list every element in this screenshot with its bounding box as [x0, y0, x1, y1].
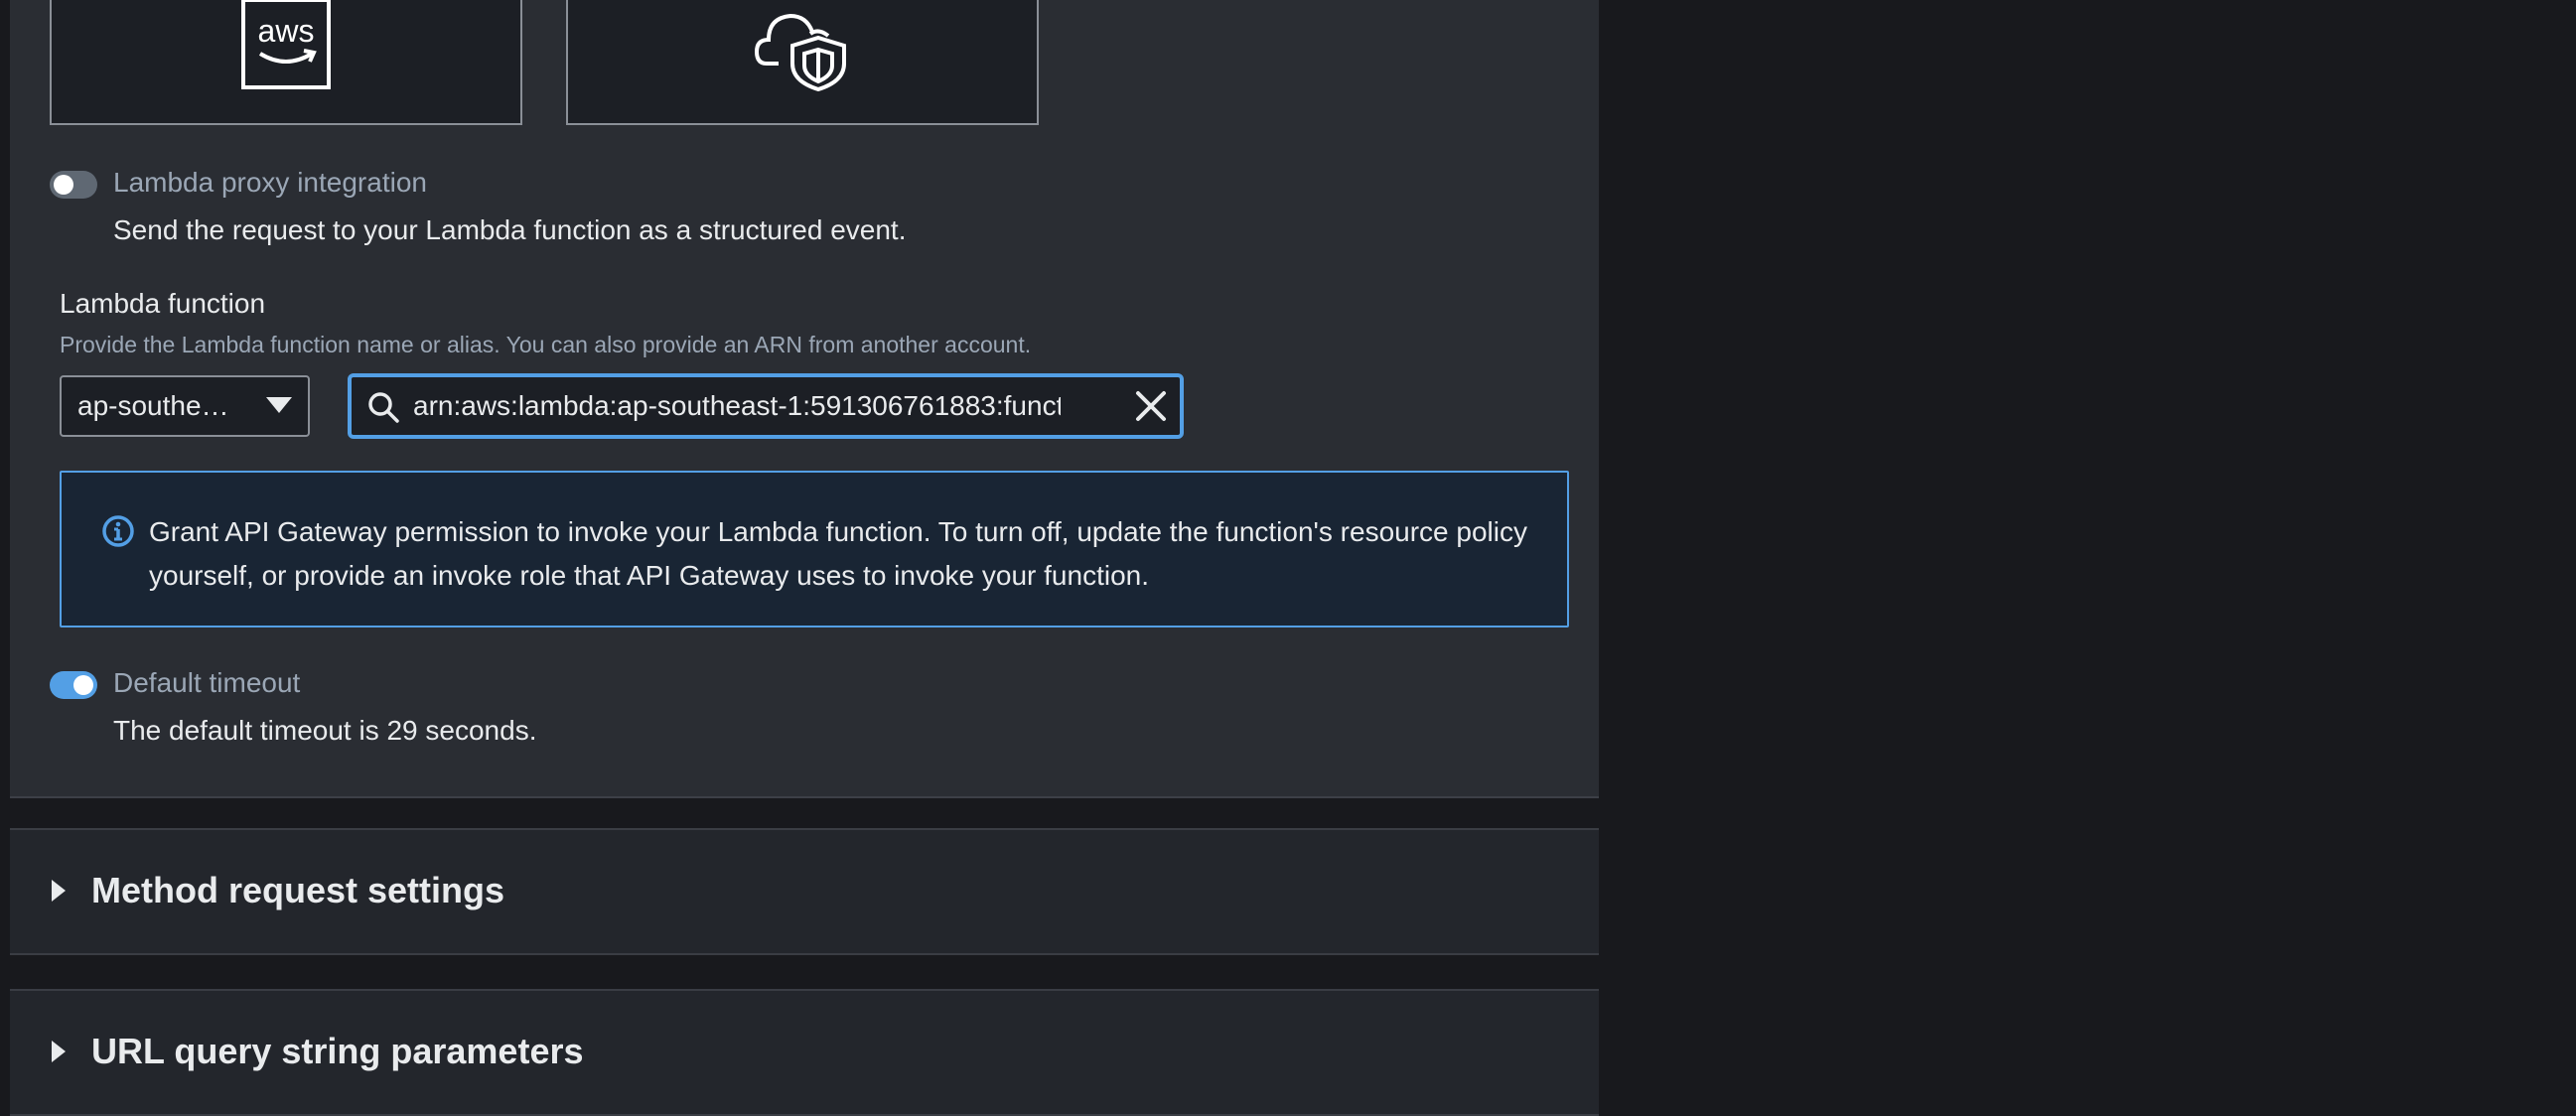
info-icon [101, 514, 135, 553]
lambda-function-search[interactable] [348, 373, 1184, 439]
lambda-function-label: Lambda function [60, 288, 266, 319]
caret-down-icon [266, 397, 292, 413]
integration-type-card-vpc-link[interactable] [566, 0, 1039, 125]
integration-panel: aws Lambda proxy integration Send the re… [10, 0, 1599, 798]
region-select-value: ap-southe… [77, 390, 229, 421]
lambda-proxy-label: Lambda proxy integration [113, 167, 427, 198]
lambda-proxy-toggle[interactable] [50, 171, 97, 199]
default-timeout-description: The default timeout is 29 seconds. [113, 715, 537, 746]
cloud-shield-icon [753, 0, 852, 96]
integration-type-card-lambda[interactable]: aws [50, 0, 522, 125]
svg-text:aws: aws [258, 13, 315, 49]
lambda-proxy-description: Send the request to your Lambda function… [113, 214, 907, 245]
search-icon [367, 391, 399, 428]
section-title: Method request settings [91, 870, 505, 910]
region-select[interactable]: ap-southe… [60, 375, 310, 437]
lambda-function-description: Provide the Lambda function name or alia… [60, 332, 1032, 357]
default-timeout-toggle[interactable] [50, 671, 97, 699]
default-timeout-label: Default timeout [113, 667, 301, 698]
toggle-knob [54, 175, 73, 195]
permission-info-alert: Grant API Gateway permission to invoke y… [60, 471, 1569, 628]
close-icon[interactable] [1134, 389, 1168, 428]
url-query-string-parameters-section[interactable]: URL query string parameters [10, 989, 1599, 1116]
aws-logo-icon: aws [240, 0, 332, 96]
caret-right-icon [52, 1041, 66, 1062]
caret-right-icon [52, 880, 66, 902]
toggle-knob [73, 675, 93, 695]
section-title: URL query string parameters [91, 1031, 584, 1071]
info-alert-message: Grant API Gateway permission to invoke y… [149, 516, 1527, 591]
lambda-function-input[interactable] [413, 385, 1061, 427]
method-request-settings-section[interactable]: Method request settings [10, 828, 1599, 955]
